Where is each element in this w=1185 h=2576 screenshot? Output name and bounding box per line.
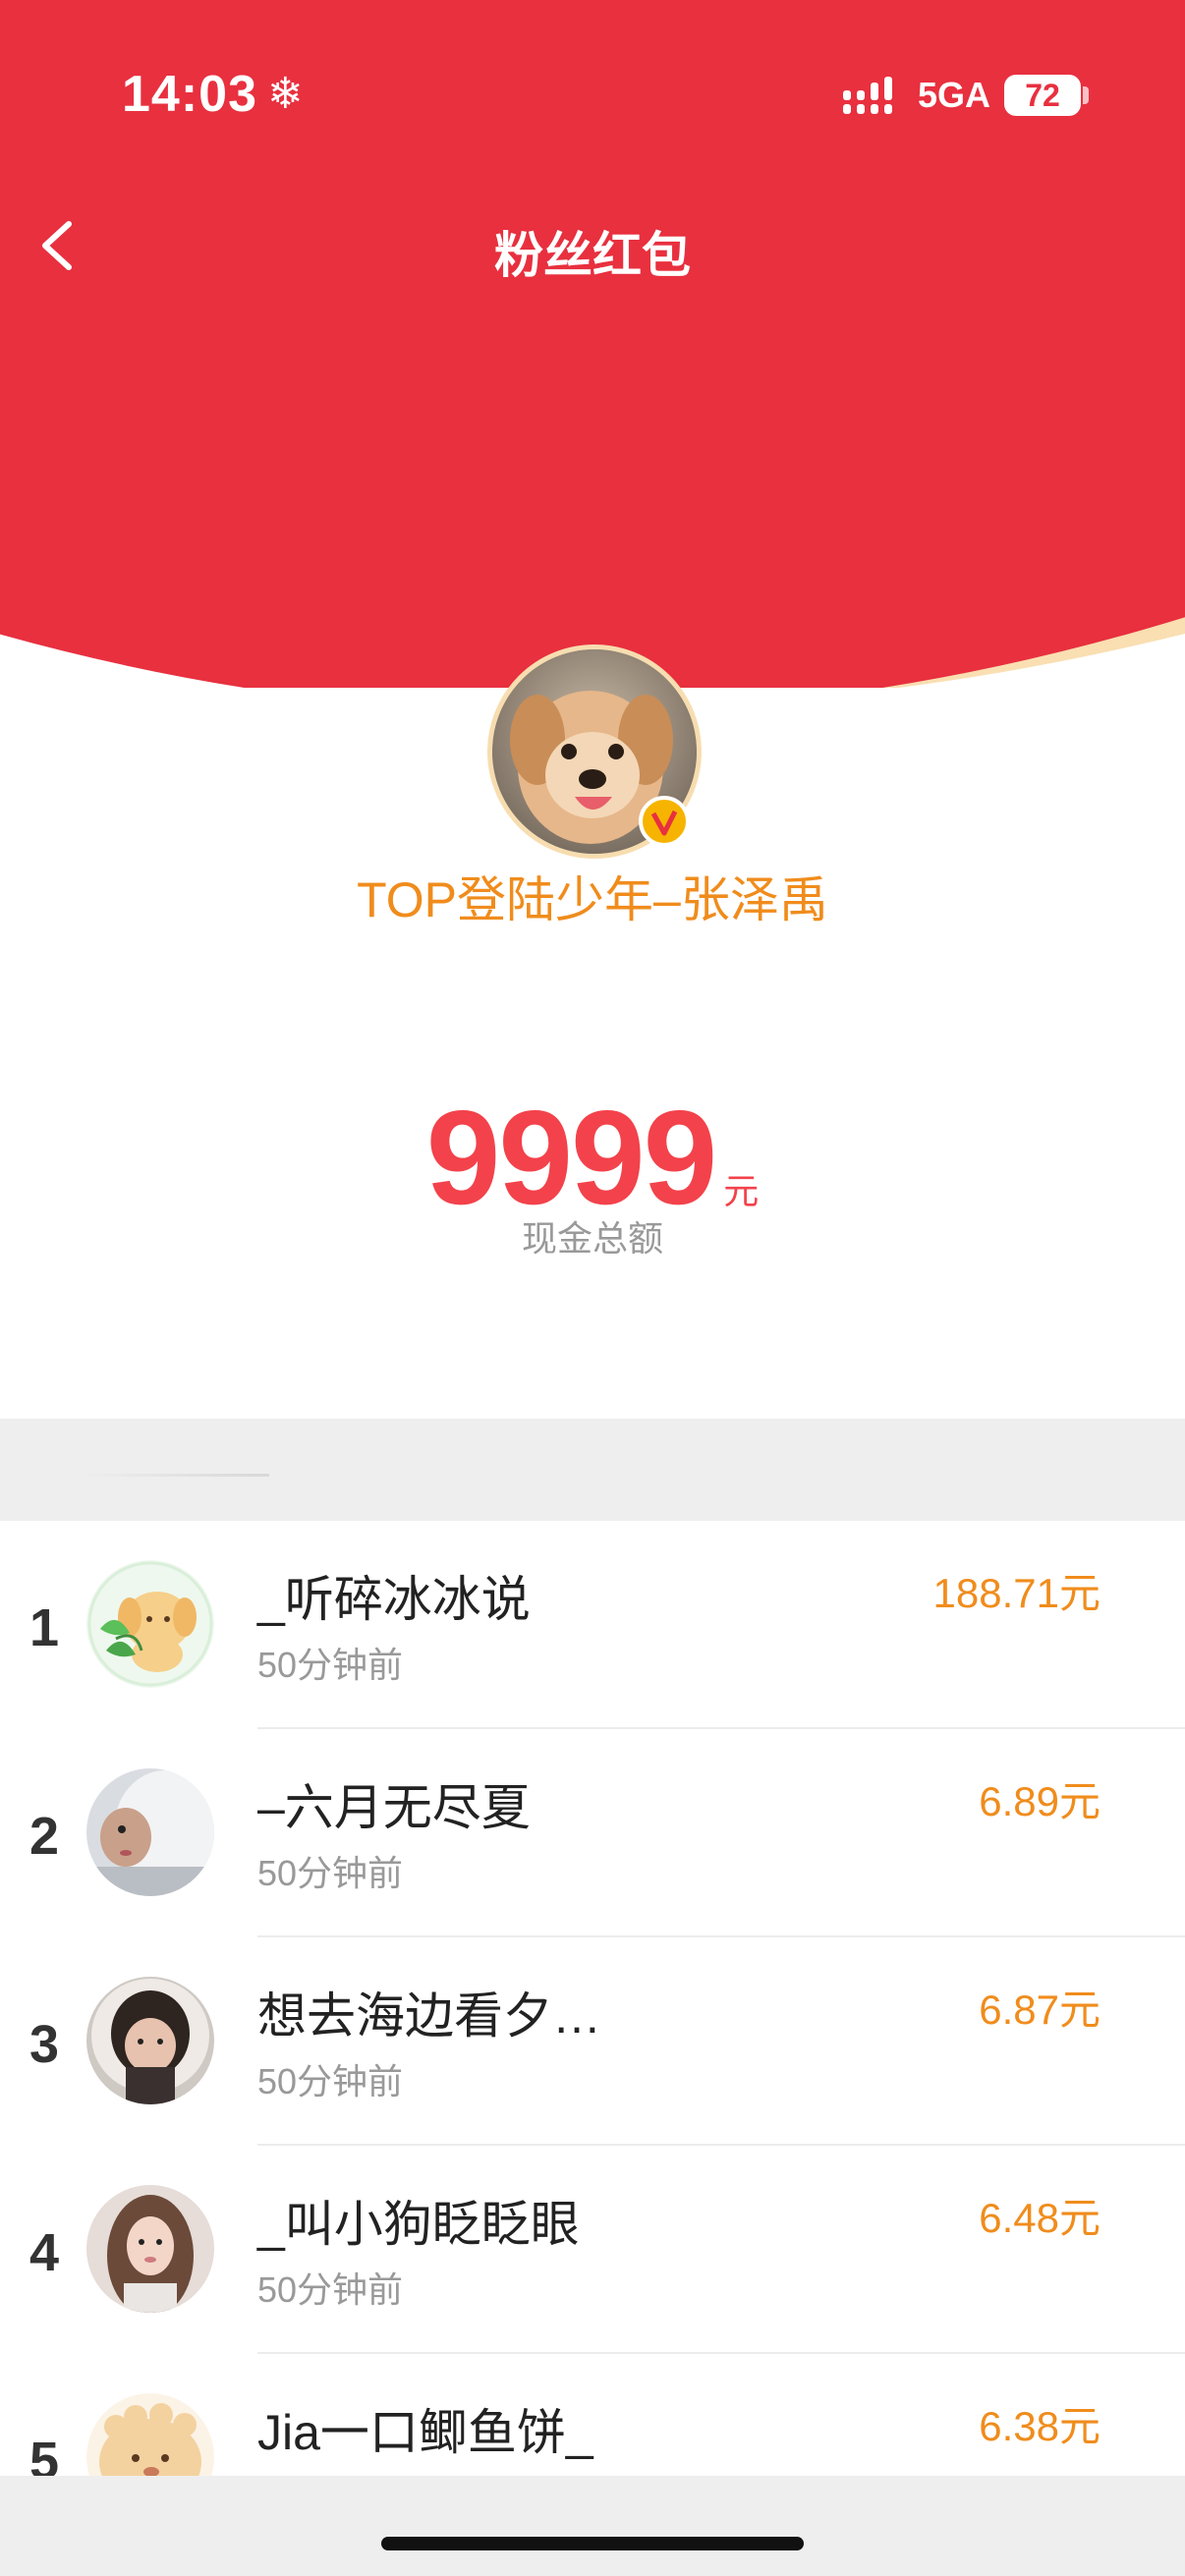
list-item[interactable]: 1 _听碎冰冰说 50分钟前 188.71元	[0, 1521, 1185, 1729]
user-avatar[interactable]	[86, 1977, 214, 2104]
user-avatar[interactable]	[86, 1560, 214, 1688]
user-avatar[interactable]	[86, 2185, 214, 2313]
photo-avatar-image	[86, 1768, 214, 1896]
section-divider	[0, 1419, 1185, 1521]
home-indicator[interactable]	[381, 2537, 804, 2550]
page-title: 粉丝红包	[494, 228, 691, 283]
rank-number: 4	[28, 2223, 60, 2282]
receive-amount: 6.89元	[979, 1778, 1100, 1824]
receive-amount: 6.48元	[979, 2195, 1100, 2241]
receive-amount: 6.87元	[979, 1987, 1100, 2033]
user-name: _听碎冰冰说	[257, 1572, 531, 1627]
rank-number: 1	[28, 1598, 60, 1657]
signal-icon	[843, 77, 892, 114]
amount-unit: 元	[723, 1171, 760, 1211]
photo-avatar-image	[86, 1977, 214, 2104]
receive-time: 50分钟前	[257, 1645, 404, 1685]
receive-time: 50分钟前	[257, 2061, 404, 2101]
snowflake-icon: ❄	[267, 70, 304, 118]
cartoon-dog-avatar-image	[86, 1560, 214, 1688]
status-time: 14:03	[122, 66, 257, 123]
user-name: –六月无尽夏	[257, 1780, 531, 1835]
rank-number: 2	[28, 1807, 60, 1866]
divider-line	[79, 1474, 269, 1477]
receive-amount: 188.71元	[932, 1570, 1100, 1616]
list-item[interactable]: 3 想去海边看夕… 50分钟前 6.87元	[0, 1937, 1185, 2146]
receiver-list: 1 _听碎冰冰说 50分钟前 188.71元 2 –六月无尽夏 50分钟前 6.…	[0, 1521, 1185, 2562]
amount-label: 现金总额	[521, 1218, 663, 1259]
receive-time: 50分钟前	[257, 1853, 404, 1893]
list-item[interactable]: 2 –六月无尽夏 50分钟前 6.89元	[0, 1729, 1185, 1937]
user-name: _叫小狗眨眨眼	[257, 2197, 580, 2252]
bottom-safe-area	[0, 2476, 1185, 2576]
verified-badge-icon	[639, 796, 690, 847]
battery-tip	[1083, 86, 1089, 104]
photo-avatar-image	[86, 2185, 214, 2313]
receive-amount: 6.38元	[979, 2403, 1100, 2449]
host-name[interactable]: TOP登陆少年–张泽禹	[0, 861, 1185, 931]
user-name: Jia一口鲫鱼饼_	[257, 2405, 593, 2460]
receive-time: 50分钟前	[257, 2269, 404, 2310]
network-type: 5GA	[918, 75, 991, 115]
user-name: 想去海边看夕…	[257, 1988, 601, 2044]
user-avatar[interactable]	[86, 1768, 214, 1896]
rank-number: 3	[28, 2015, 60, 2074]
list-item[interactable]: 4 _叫小狗眨眨眼 50分钟前 6.48元	[0, 2146, 1185, 2354]
battery-icon: 72	[1004, 75, 1081, 116]
red-packet-page: 14:03 ❄ 5GA 72 粉丝红包 TOP登陆少年–张泽禹 9999 元 现…	[0, 0, 1185, 2576]
